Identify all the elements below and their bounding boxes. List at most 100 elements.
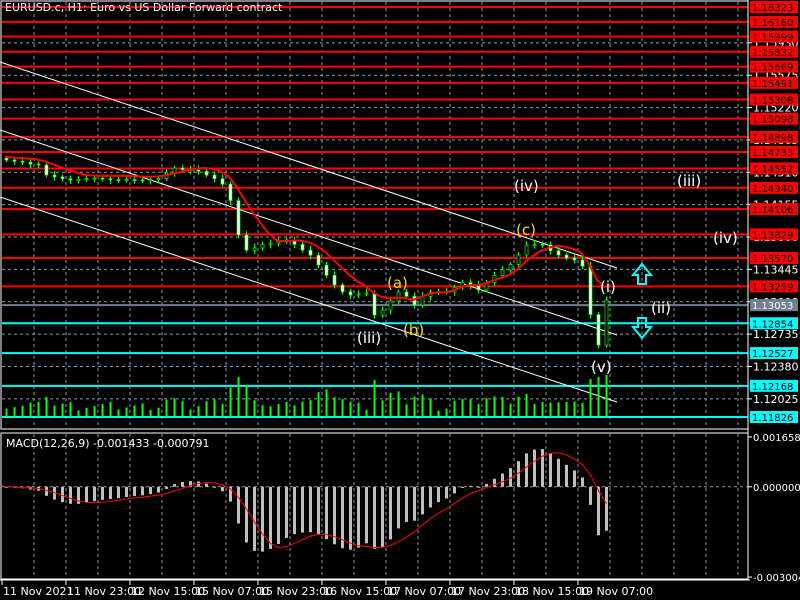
macd-histogram-bar — [581, 477, 584, 487]
support-level-price-label: 1.12527 — [752, 349, 793, 360]
bull-candle — [524, 244, 529, 256]
bear-candle — [36, 163, 41, 166]
macd-panel — [2, 449, 748, 552]
macd-histogram-bar — [157, 486, 160, 493]
bull-candle — [268, 242, 273, 245]
wave-label-b: (b) — [403, 321, 424, 339]
bear-candle — [540, 243, 545, 246]
price-chart[interactable]: (iv) (iii) (iv) (c) (a) (b) (iii) (i) (i… — [0, 0, 800, 600]
bull-candle — [148, 179, 153, 181]
bull-candle — [508, 264, 513, 271]
macd-histogram-bar — [365, 486, 368, 544]
macd-histogram-bar — [461, 486, 464, 488]
bear-candle — [52, 174, 57, 178]
horizontal-levels — [2, 6, 748, 418]
bull-candle — [84, 178, 89, 181]
bear-candle — [12, 159, 17, 162]
macd-histogram-bar — [557, 458, 560, 487]
bear-candle — [340, 284, 345, 293]
bear-candle — [564, 254, 569, 259]
bull-candle — [124, 179, 129, 181]
bear-candle — [132, 179, 137, 181]
bear-candle — [596, 314, 601, 346]
wave-label-v: (v) — [591, 358, 612, 376]
macd-histogram-bar — [69, 486, 72, 504]
macd-histogram-bar — [469, 485, 472, 487]
macd-histogram-bar — [533, 449, 536, 487]
macd-histogram-bar — [405, 486, 408, 522]
resistance-level-price-label: 1.15999 — [752, 33, 793, 44]
macd-histogram-bar — [165, 486, 168, 489]
macd-histogram-bar — [205, 483, 208, 487]
resistance-level-price-label: 1.16323 — [752, 3, 793, 14]
macd-histogram-bar — [293, 486, 296, 535]
bear-candle — [140, 179, 145, 182]
wave-label-iii-2: (iii) — [357, 329, 381, 347]
bear-candle — [348, 291, 353, 296]
macd-histogram-bar — [245, 486, 248, 543]
macd-histogram-bar — [597, 486, 600, 536]
macd-histogram-bar — [413, 486, 416, 521]
wave-label-iv: (iv) — [514, 177, 539, 195]
macd-histogram-bar — [541, 449, 544, 487]
support-level-price-label: 1.12854 — [752, 319, 793, 330]
resistance-level-price-label: 1.15669 — [752, 63, 793, 74]
bear-candle — [476, 284, 481, 291]
wave-labels: (iv) (iii) (iv) (c) (a) (b) (iii) (i) (i… — [357, 172, 738, 376]
macd-histogram-bar — [525, 453, 528, 487]
bear-candle — [68, 178, 73, 181]
macd-histogram-bar — [477, 486, 480, 488]
resistance-level-price-label: 1.16160 — [752, 18, 793, 29]
macd-histogram-bar — [85, 486, 88, 503]
macd-histogram-bar — [93, 486, 96, 502]
chart-title: EURUSD.c, H1: Euro vs US Dollar Forward … — [5, 1, 283, 14]
wave-label-iv-2: (iv) — [713, 229, 738, 247]
macd-histogram-bar — [269, 486, 272, 549]
macd-label: MACD(12,26,9) -0.001433 -0.000791 — [6, 437, 209, 450]
wave-label-c: (c) — [516, 221, 536, 239]
macd-histogram-bar — [589, 486, 592, 505]
macd-histogram-bar — [493, 478, 496, 487]
resistance-level-price-label: 1.15098 — [752, 115, 793, 126]
wave-label-iii: (iii) — [677, 172, 701, 190]
macd-histogram-bar — [317, 486, 320, 535]
macd-histogram-bar — [421, 486, 424, 515]
macd-histogram-bar — [445, 486, 448, 499]
resistance-level-price-label: 1.14106 — [752, 205, 793, 216]
macd-histogram-bar — [173, 484, 176, 487]
resistance-level-price-label: 1.13829 — [752, 230, 793, 241]
wave-label-i: (i) — [600, 278, 616, 296]
macd-histogram-bar — [573, 470, 576, 487]
bull-candle — [364, 292, 369, 295]
macd-histogram-bar — [109, 486, 112, 499]
macd-histogram-bar — [181, 481, 184, 487]
bull-candle — [388, 300, 393, 311]
resistance-level-price-label: 1.14552 — [752, 164, 793, 175]
bear-candle — [108, 178, 113, 181]
macd-histogram-bar — [149, 486, 152, 495]
bear-candle — [116, 179, 121, 181]
macd-histogram-bar — [213, 486, 216, 488]
bull-candle — [92, 177, 97, 180]
bear-candle — [324, 264, 329, 276]
wave-label-a: (a) — [387, 274, 408, 292]
macd-histogram-bar — [605, 486, 608, 531]
bull-candle — [380, 309, 385, 316]
bull-candle — [276, 241, 281, 244]
bear-candle — [204, 171, 209, 176]
bear-candle — [196, 169, 201, 172]
macd-histogram-bar — [437, 486, 440, 503]
time-tick-label: 11 Nov 2021 — [3, 585, 73, 598]
bear-candle — [180, 167, 185, 170]
macd-histogram-bar — [333, 486, 336, 545]
macd-histogram-bar — [101, 486, 104, 500]
bull-candle — [604, 299, 609, 346]
resistance-level-price-label: 1.13570 — [752, 254, 793, 265]
bear-candle — [372, 292, 377, 316]
macd-histogram-bar — [133, 486, 136, 497]
bear-candle — [308, 249, 313, 256]
macd-histogram-bar — [325, 486, 328, 540]
bear-candle — [300, 243, 305, 251]
resistance-level-price-label: 1.15308 — [752, 96, 793, 107]
macd-histogram-bar — [277, 486, 280, 544]
